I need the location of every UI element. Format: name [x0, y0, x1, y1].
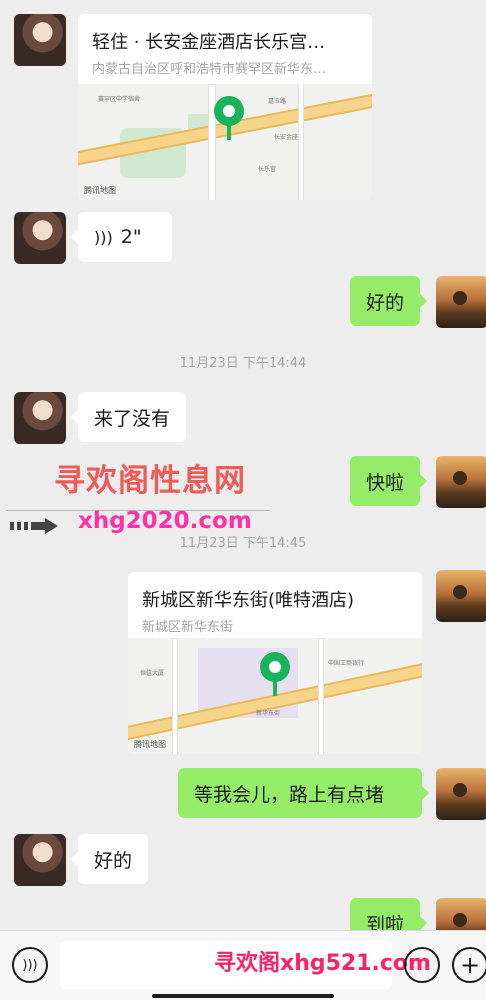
avatar[interactable] [14, 392, 66, 444]
map-preview: 恒信大厦 中国工商银行 新华东街 腾讯地图 [128, 638, 422, 754]
timestamp: 11月23日 下午14:45 [179, 536, 307, 551]
map-preview: 赛罕区中学宿舍 嘉玉路 长安金座 长乐宫 腾讯地图 [78, 84, 372, 200]
voice-wave-icon[interactable]: ))) [12, 947, 48, 983]
map-logo: 腾讯地图 [134, 740, 166, 749]
avatar[interactable] [436, 456, 486, 508]
message-text: 好的 [94, 849, 133, 872]
plus-icon[interactable]: + [452, 947, 486, 983]
avatar[interactable] [436, 768, 486, 820]
location-address: 内蒙古自治区呼和浩特市赛罕区新华东… [92, 62, 327, 77]
home-indicator[interactable] [152, 994, 334, 998]
map-pin-icon [260, 652, 290, 696]
message-text: 等我会儿，路上有点堵 [194, 783, 385, 806]
message-text: 好的 [366, 291, 405, 314]
map-logo: 腾讯地图 [84, 186, 116, 195]
avatar[interactable] [14, 212, 66, 264]
chat-bubble[interactable]: 来了没有 [70, 392, 187, 442]
voice-message[interactable]: ))) 2" [71, 212, 172, 262]
voice-wave-icon: ))) [94, 227, 113, 247]
location-title: 新城区新华东街(唯特酒店) [142, 590, 355, 611]
chat-bubble[interactable]: 等我会儿，路上有点堵 [178, 768, 429, 818]
timestamp: 11月23日 下午14:44 [179, 356, 307, 371]
input-bar: ))) 寻欢阁xhg521.com + [0, 930, 486, 1000]
chat-bubble[interactable]: 快啦 [350, 456, 428, 506]
location-card[interactable]: 轻住 · 长安金座酒店长乐宫… 内蒙古自治区呼和浩特市赛罕区新华东… 赛罕区中学… [78, 14, 372, 200]
avatar[interactable] [436, 276, 486, 328]
avatar[interactable] [436, 570, 486, 622]
map-pin-icon [214, 96, 244, 140]
emoji-icon[interactable] [404, 947, 440, 983]
watermark-url: 寻欢阁xhg521.com [214, 951, 431, 976]
avatar[interactable] [14, 14, 66, 66]
chat-bubble[interactable]: 好的 [350, 276, 428, 326]
location-address: 新城区新华东街 [142, 620, 234, 635]
watermark-url: xhg2020.com [78, 508, 252, 534]
location-card[interactable]: 新城区新华东街(唯特酒店) 新城区新华东街 恒信大厦 中国工商银行 新华东街 腾… [128, 572, 422, 754]
message-text: 来了没有 [94, 407, 171, 430]
location-title: 轻住 · 长安金座酒店长乐宫… [92, 32, 326, 53]
chat-bubble[interactable]: 好的 [70, 834, 149, 884]
message-text: 快啦 [366, 471, 405, 494]
voice-duration: 2" [120, 226, 142, 248]
watermark-text: 寻欢阁性息网 [54, 463, 246, 499]
avatar[interactable] [14, 834, 66, 886]
